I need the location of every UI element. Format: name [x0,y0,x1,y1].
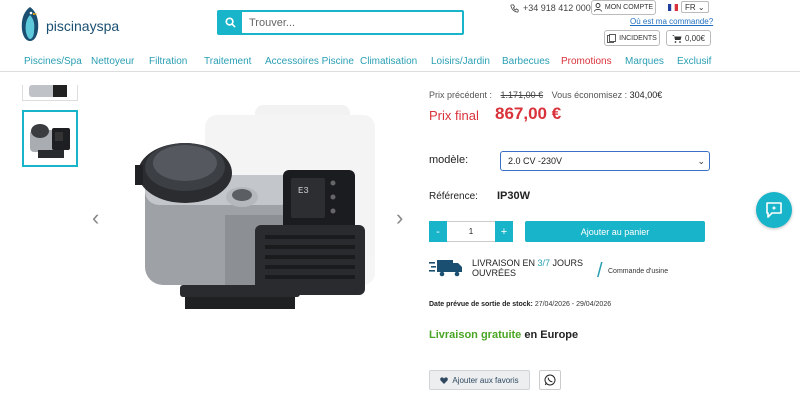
savings-label: Vous économisez : [551,90,628,100]
account-button[interactable]: MON COMPTE [591,0,656,15]
flag-icon [668,3,678,11]
nav-item-filtration[interactable]: Filtration [149,56,187,67]
incidents-button[interactable]: INCIDENTS [604,30,660,46]
reference-value: IP30W [497,190,531,202]
chevron-down-icon: ⌄ [697,3,705,12]
search-icon [225,17,236,28]
nav-item-accessoires-piscine[interactable]: Accessoires Piscine [265,56,354,67]
stock-date-label: Date prévue de sortie de stock: [429,301,533,308]
model-label: modèle: [429,154,469,166]
site-logo[interactable]: piscinayspa [18,6,119,42]
quantity-decrease-button[interactable]: - [429,221,447,242]
cart-icon [671,34,682,43]
whatsapp-share-button[interactable] [539,370,561,390]
model-select[interactable]: 2.0 CV -230V ⌄ [500,151,710,171]
svg-text:E3: E3 [298,186,309,196]
phone-contact[interactable]: +34 918 412 000 [510,3,591,13]
pump-illustration: E3 [135,105,375,309]
delivery-days: 3/7 [537,258,551,268]
nav-item-climatisation[interactable]: Climatisation [360,56,417,67]
product-main-image[interactable]: E3 [105,85,405,355]
previous-price: 1.171,00 € [500,90,544,100]
gallery-thumbnail[interactable] [22,85,78,101]
search-input[interactable] [242,12,462,33]
product-thumbnail-image [29,85,67,97]
chevron-left-icon[interactable]: ‹ [92,205,99,231]
cart-button[interactable]: 0,00€ [666,30,711,46]
nav-item-loisirs-jardin[interactable]: Loisirs/Jardin [431,56,490,67]
nav-item-promotions[interactable]: Promotions [561,56,612,67]
nav-item-marques[interactable]: Marques [625,56,664,67]
quantity-increase-button[interactable]: + [495,221,513,242]
delivery-info: LIVRAISON EN 3/7 JOURS OUVRÉES [429,258,622,278]
search-bar [217,10,464,35]
free-delivery-rest: en Europe [521,329,579,341]
penguin-logo-icon [21,7,39,41]
search-button[interactable] [219,12,242,33]
quantity-input[interactable]: 1 [447,221,495,242]
previous-price-row: Prix précédent : 1.171,00 € Vous économi… [429,90,662,100]
truck-icon [429,260,462,277]
chat-button[interactable] [756,192,792,228]
phone-number: +34 918 412 000 [523,3,591,13]
heart-icon [440,376,449,384]
nav-item-piscines-spa[interactable]: Piscines/Spa [24,56,82,67]
nav-item-traitement[interactable]: Traitement [204,56,251,67]
incidents-label: INCIDENTS [619,34,657,42]
language-selector[interactable]: FR ⌄ [668,1,709,13]
cart-amount: 0,00€ [684,33,706,43]
chevron-down-icon: ⌄ [697,155,705,166]
account-label: MON COMPTE [604,4,654,11]
stock-date: Date prévue de sortie de stock: 27/04/20… [429,301,611,308]
final-price-label: Prix final [429,108,479,123]
language-dropdown[interactable]: FR ⌄ [681,1,709,13]
divider-slash: / [597,260,603,282]
incidents-icon [607,33,617,43]
free-delivery: Livraison gratuite en Europe [429,329,578,341]
savings-value: 304,00€ [629,90,663,100]
site-header: piscinayspa +34 918 412 000 MON COMPTE [0,0,800,50]
delivery-prefix: LIVRAISON EN [472,258,538,268]
chat-icon [766,202,782,218]
logo-text: piscinayspa [46,18,120,34]
add-to-favorites-button[interactable]: Ajouter aux favoris [429,370,530,390]
phone-icon [510,3,519,13]
free-delivery-highlight: Livraison gratuite [429,329,522,341]
language-value: FR [685,3,696,12]
favorites-label: Ajouter aux favoris [452,375,519,385]
add-to-cart-button[interactable]: Ajouter au panier [525,221,705,242]
product-thumbnail-image [24,112,76,165]
quantity-stepper: - 1 + [429,221,513,242]
order-factory-text: Commande d'usine [608,268,669,275]
nav-item-nettoyeur[interactable]: Nettoyeur [91,56,134,67]
stock-date-value: 27/04/2026 - 29/04/2026 [532,301,612,308]
order-status-link[interactable]: Où est ma commande? [630,17,713,26]
previous-price-label: Prix précédent : [429,90,493,100]
nav-item-exclusif[interactable]: Exclusif [677,56,711,67]
user-icon [593,3,602,12]
nav-item-barbecues[interactable]: Barbecues [502,56,550,67]
reference-label: Référence: [429,191,478,202]
final-price: 867,00 € [495,104,562,123]
whatsapp-icon [544,374,556,386]
gallery-thumbnail-active[interactable] [22,110,78,167]
model-selected-value: 2.0 CV -230V [508,156,563,166]
main-navigation: Piscines/Spa Nettoyeur Filtration Traite… [0,52,800,72]
